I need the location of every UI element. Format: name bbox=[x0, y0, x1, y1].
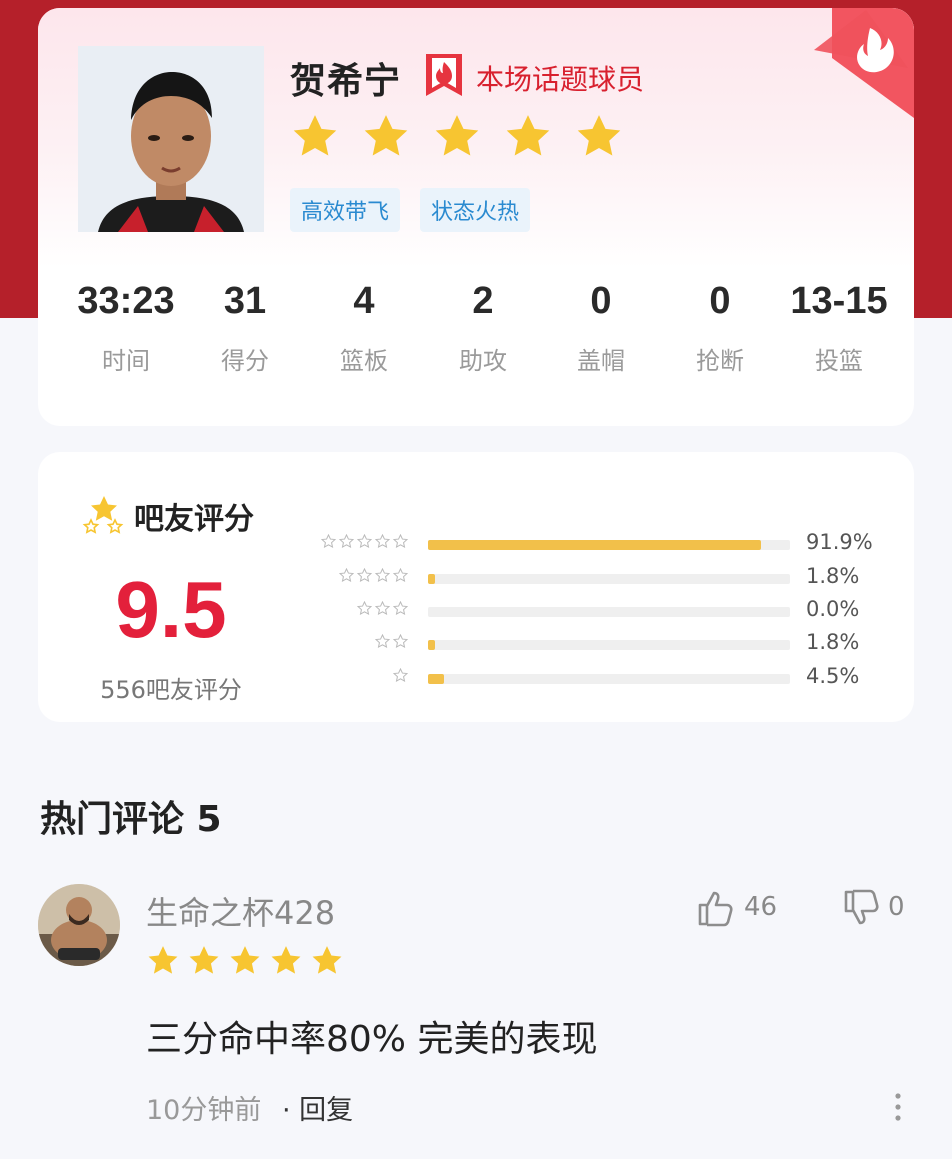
star-outline-icon bbox=[375, 601, 390, 616]
stat-value: 0 bbox=[709, 280, 731, 322]
star-icon bbox=[230, 946, 260, 974]
rating-bar-percent: 1.8% bbox=[806, 630, 860, 654]
star-icon bbox=[435, 115, 479, 156]
stat-value: 4 bbox=[353, 280, 375, 322]
star-outline-icon bbox=[357, 568, 372, 583]
stat-blocks: 0 盖帽 bbox=[541, 280, 661, 376]
rating-row-1-star: 4.5% bbox=[298, 664, 898, 694]
star-outline-icon bbox=[375, 534, 390, 549]
like-count: 46 bbox=[744, 892, 778, 922]
stat-rebounds: 4 篮板 bbox=[304, 280, 424, 376]
star-outline-icon bbox=[375, 634, 390, 649]
flame-bookmark-icon bbox=[426, 54, 462, 96]
rating-bar-fill bbox=[428, 574, 435, 584]
star-outline-icon bbox=[393, 634, 408, 649]
star-icon bbox=[364, 115, 408, 156]
rating-bar-fill bbox=[428, 540, 761, 550]
thumbs-up-icon[interactable] bbox=[696, 888, 736, 928]
stats-row: 33:23 时间 31 得分 4 篮板 2 助攻 0 盖帽 0 抢断 13-15… bbox=[38, 280, 914, 390]
star-outline-icon bbox=[393, 534, 408, 549]
star-outline-icon bbox=[393, 668, 408, 683]
reply-link[interactable]: · 回复 bbox=[282, 1088, 353, 1127]
rating-row-2-star: 1.8% bbox=[298, 630, 898, 660]
flame-badge-icon bbox=[814, 8, 914, 118]
star-outline-icon bbox=[357, 601, 372, 616]
rating-row-stars bbox=[321, 534, 408, 549]
stat-label: 助攻 bbox=[459, 347, 507, 375]
hot-comments-title: 热门评论 5 bbox=[40, 799, 222, 840]
star-icon bbox=[293, 115, 337, 156]
star-outline-icon bbox=[393, 568, 408, 583]
comment-star-rating bbox=[146, 944, 344, 978]
star-icon bbox=[312, 946, 342, 974]
stat-value: 0 bbox=[590, 280, 612, 322]
rating-bar-percent: 0.0% bbox=[806, 597, 860, 621]
rating-row-stars bbox=[357, 601, 408, 616]
fan-rating-count: 556吧友评分 bbox=[100, 676, 242, 704]
star-icon bbox=[148, 946, 178, 974]
star-outline-icon bbox=[357, 534, 372, 549]
comment-username[interactable]: 生命之杯428 bbox=[146, 888, 335, 934]
star-outline-icon bbox=[339, 534, 354, 549]
star-outline-icon bbox=[339, 568, 354, 583]
star-outline-icon bbox=[321, 534, 336, 549]
player-tags: 高效带飞 状态火热 bbox=[290, 188, 531, 232]
tag-efficient[interactable]: 高效带飞 bbox=[290, 188, 401, 232]
stat-label: 篮板 bbox=[340, 347, 388, 375]
hot-topic-label: 本场话题球员 bbox=[476, 63, 645, 96]
rating-bar-track bbox=[428, 607, 790, 617]
player-card: 贺希宁 本场话题球员 高效带飞 状态火热 33:23 时间 31 得分 4 篮板… bbox=[38, 8, 914, 426]
star-outline-icon bbox=[375, 568, 390, 583]
stat-label: 得分 bbox=[221, 347, 269, 375]
rating-bar-fill bbox=[428, 674, 445, 684]
rating-row-stars bbox=[339, 568, 408, 583]
stat-label: 盖帽 bbox=[577, 347, 625, 375]
rating-row-3-star: 0.0% bbox=[298, 597, 898, 627]
rating-bar-percent: 1.8% bbox=[806, 564, 860, 588]
rating-row-4-star: 1.8% bbox=[298, 564, 898, 594]
more-vertical-icon[interactable] bbox=[888, 1090, 908, 1126]
stars-icon bbox=[82, 496, 124, 534]
stat-label: 投篮 bbox=[815, 347, 863, 375]
stat-value: 31 bbox=[223, 280, 267, 322]
rating-bar-percent: 91.9% bbox=[806, 530, 873, 554]
star-icon bbox=[506, 115, 550, 156]
star-outline-icon bbox=[393, 601, 408, 616]
stat-points: 31 得分 bbox=[185, 280, 305, 376]
player-name: 贺希宁 bbox=[290, 61, 402, 102]
stat-label: 抢断 bbox=[696, 347, 744, 375]
player-star-rating bbox=[290, 112, 624, 162]
fan-rating-card: 吧友评分 9.5 556吧友评分 91.9% 1.8% 0.0% 1.8% 4.5% bbox=[38, 452, 914, 722]
rating-row-stars bbox=[393, 668, 408, 683]
fan-rating-score: 9.5 bbox=[115, 565, 227, 654]
star-icon bbox=[271, 946, 301, 974]
star-icon bbox=[577, 115, 621, 156]
stat-time: 33:23 时间 bbox=[66, 280, 186, 376]
rating-bar-percent: 4.5% bbox=[806, 664, 860, 688]
stat-steals: 0 抢断 bbox=[660, 280, 780, 376]
fan-rating-title: 吧友评分 bbox=[134, 502, 254, 537]
comment-time: 10分钟前 bbox=[146, 1095, 262, 1126]
comment-text: 三分命中率80% 完美的表现 bbox=[146, 1019, 598, 1060]
rating-row-stars bbox=[375, 634, 408, 649]
avatar[interactable] bbox=[38, 884, 120, 966]
rating-bar-fill bbox=[428, 640, 435, 650]
stat-value: 13-15 bbox=[790, 280, 888, 322]
stat-assists: 2 助攻 bbox=[423, 280, 543, 376]
rating-row-5-star: 91.9% bbox=[298, 530, 898, 560]
thumbs-down-icon[interactable] bbox=[842, 888, 882, 928]
star-icon bbox=[189, 946, 219, 974]
stat-value: 33:23 bbox=[77, 280, 175, 322]
tag-hot-form[interactable]: 状态火热 bbox=[420, 188, 531, 232]
dislike-count: 0 bbox=[888, 892, 905, 922]
rating-bar-track bbox=[428, 674, 790, 684]
stat-shooting: 13-15 投篮 bbox=[779, 280, 899, 376]
player-photo bbox=[78, 46, 264, 232]
stat-value: 2 bbox=[472, 280, 494, 322]
stat-label: 时间 bbox=[102, 347, 150, 375]
rating-bar-track bbox=[428, 574, 790, 584]
rating-bar-track bbox=[428, 540, 790, 550]
rating-bar-track bbox=[428, 640, 790, 650]
